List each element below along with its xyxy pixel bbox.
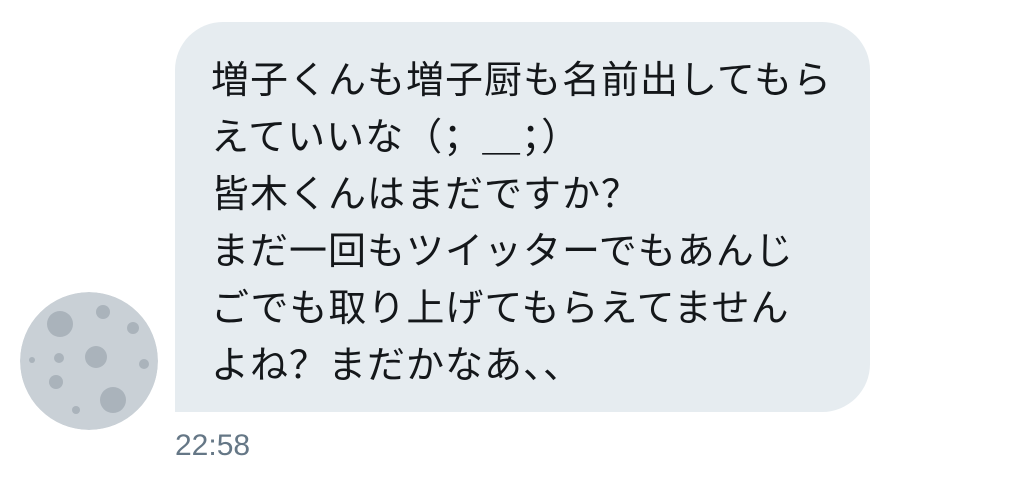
moon-icon	[20, 292, 158, 430]
dm-message-row: 増子くんも増子厨も名前出してもら えていいな（；＿；） 皆木くんはまだですか？ …	[0, 0, 1024, 482]
message-line: よね？まだかなあ、、	[211, 343, 583, 387]
message-text: 増子くんも増子厨も名前出してもら えていいな（；＿；） 皆木くんはまだですか？ …	[211, 52, 840, 394]
message-line: えていいな（；＿；）	[211, 115, 581, 159]
message-line: ごでも取り上げてもらえてません	[211, 286, 790, 330]
message-timestamp: 22:58	[175, 429, 251, 462]
avatar[interactable]	[20, 292, 158, 430]
message-line: まだ一回もツイッターでもあんじ	[211, 229, 794, 273]
message-bubble[interactable]: 増子くんも増子厨も名前出してもら えていいな（；＿；） 皆木くんはまだですか？ …	[175, 22, 870, 412]
message-line: 皆木くんはまだですか？	[211, 172, 641, 216]
message-line: 増子くんも増子厨も名前出してもら	[211, 58, 832, 102]
